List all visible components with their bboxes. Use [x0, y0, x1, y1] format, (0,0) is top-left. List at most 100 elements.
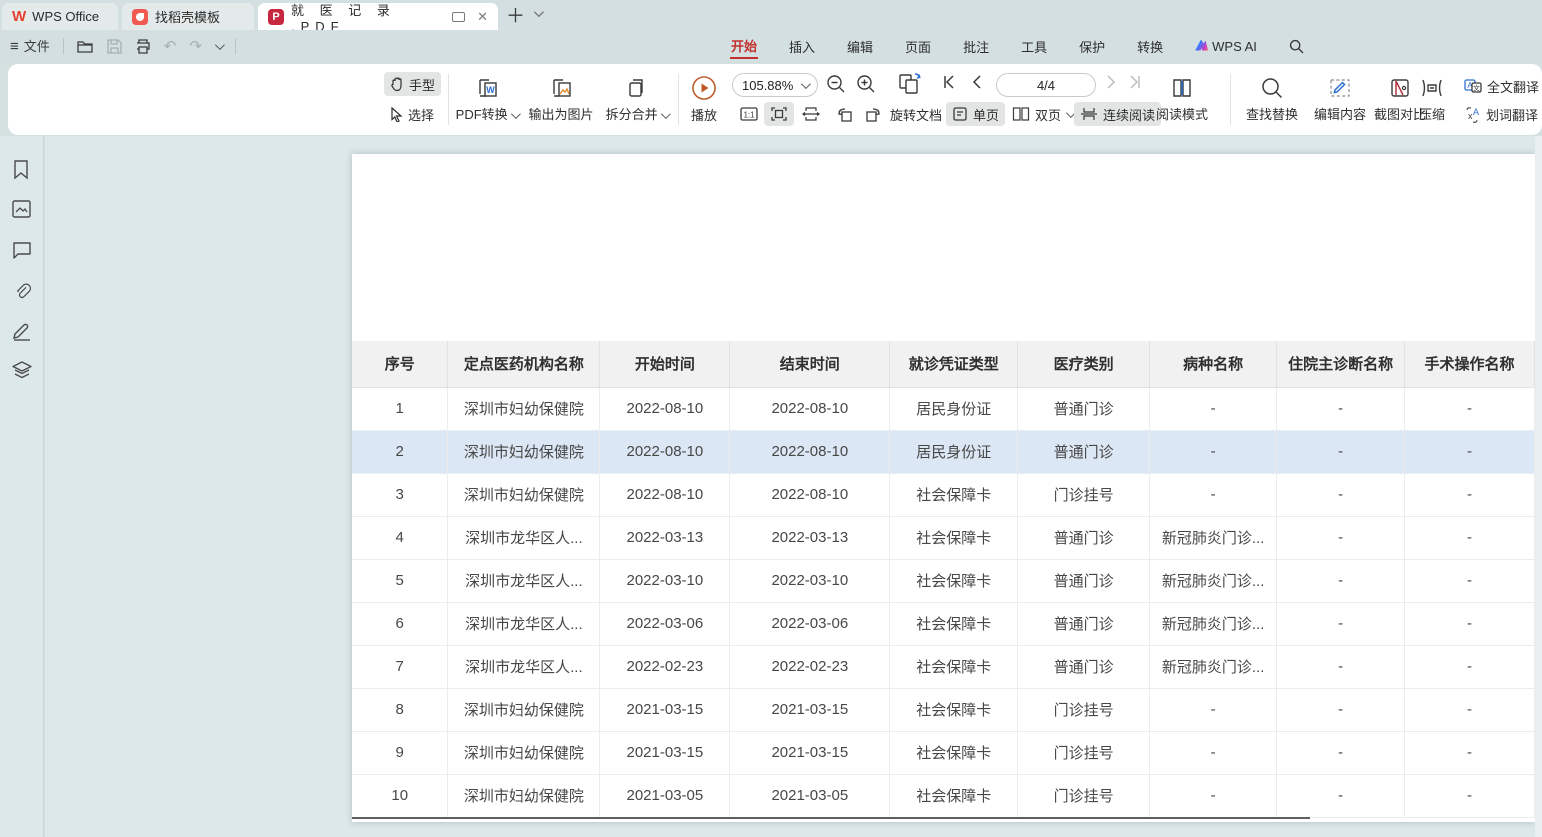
screenshot-compare-icon — [1388, 76, 1412, 100]
table-row[interactable]: 6深圳市龙华区人...2022-03-062022-03-06社会保障卡普通门诊… — [352, 602, 1535, 645]
comment-icon[interactable] — [12, 241, 32, 261]
vertical-scrollbar[interactable] — [1535, 136, 1542, 837]
rotate-document-button[interactable]: 旋转文档 — [884, 102, 948, 126]
menu-item-tools[interactable]: 工具 — [1020, 35, 1048, 58]
table-row[interactable]: 4深圳市龙华区人...2022-03-132022-03-13社会保障卡普通门诊… — [352, 516, 1535, 559]
layers-icon[interactable] — [12, 361, 32, 381]
select-tool-button[interactable]: 选择 — [384, 102, 440, 126]
table-row[interactable]: 9深圳市妇幼保健院2021-03-152021-03-15社会保障卡门诊挂号--… — [352, 731, 1535, 774]
table-row[interactable]: 10深圳市妇幼保健院2021-03-052021-03-05社会保障卡门诊挂号-… — [352, 774, 1535, 817]
bookmark-icon[interactable] — [12, 160, 32, 180]
table-row[interactable]: 8深圳市妇幼保健院2021-03-152021-03-15社会保障卡门诊挂号--… — [352, 688, 1535, 731]
word-translate-button[interactable]: xA 划词翻译 — [1458, 102, 1542, 126]
column-header: 住院主诊断名称 — [1277, 341, 1405, 387]
present-window-icon[interactable] — [452, 12, 465, 22]
first-page-button[interactable] — [942, 75, 956, 89]
table-cell: - — [1277, 645, 1405, 688]
new-tab-button[interactable]: ＋ — [506, 1, 525, 28]
column-header: 病种名称 — [1150, 341, 1277, 387]
close-tab-icon[interactable]: ✕ — [477, 9, 488, 25]
play-button[interactable]: 播放 — [686, 72, 722, 127]
menu-search-icon[interactable] — [1288, 37, 1305, 56]
export-image-button[interactable]: 输出为图片 — [524, 72, 598, 127]
table-row[interactable]: 2深圳市妇幼保健院2022-08-102022-08-10居民身份证普通门诊--… — [352, 430, 1535, 473]
table-cell: 门诊挂号 — [1018, 688, 1150, 731]
prev-page-button[interactable] — [972, 75, 982, 89]
menu-item-edit[interactable]: 编辑 — [846, 35, 874, 58]
table-cell: 社会保障卡 — [890, 602, 1018, 645]
tab-document-pdf[interactable]: P 就 医 记 录 .PDF ✕ — [258, 3, 498, 30]
table-cell: 居民身份证 — [890, 430, 1018, 473]
rotate-right-icon — [864, 106, 884, 123]
table-row[interactable]: 3深圳市妇幼保健院2022-08-102022-08-10社会保障卡门诊挂号--… — [352, 473, 1535, 516]
tab-list-chevron-icon[interactable] — [534, 7, 544, 17]
print-icon[interactable] — [135, 39, 151, 54]
rotate-left-button[interactable] — [828, 102, 860, 126]
edit-content-button[interactable]: 编辑内容 — [1308, 72, 1372, 127]
table-cell: 社会保障卡 — [890, 473, 1018, 516]
menu-item-wps-ai[interactable]: WPS AI — [1194, 37, 1258, 56]
actual-size-button[interactable]: 1:1 — [734, 102, 764, 126]
zoom-out-button[interactable] — [826, 74, 846, 94]
table-cell: 社会保障卡 — [890, 731, 1018, 774]
last-page-button[interactable] — [1128, 75, 1142, 89]
table-cell: - — [1150, 731, 1277, 774]
find-replace-button[interactable]: 查找替换 — [1240, 72, 1304, 127]
next-page-button[interactable] — [1106, 75, 1116, 89]
zoom-level-select[interactable]: 105.88% — [732, 73, 818, 97]
replace-pages-button[interactable] — [896, 71, 924, 97]
table-cell: - — [1405, 430, 1535, 473]
table-row[interactable]: 1深圳市妇幼保健院2022-08-102022-08-10居民身份证普通门诊--… — [352, 387, 1535, 430]
table-cell: - — [1150, 774, 1277, 817]
menu-item-comment[interactable]: 批注 — [962, 35, 990, 58]
signature-pen-icon[interactable] — [12, 321, 32, 341]
table-cell: 2022-03-06 — [600, 602, 730, 645]
menu-item-page[interactable]: 页面 — [904, 35, 932, 58]
menu-item-protect[interactable]: 保护 — [1078, 35, 1106, 58]
single-page-button[interactable]: 单页 — [946, 102, 1005, 126]
tab-docer-templates[interactable]: 找稻壳模板 — [122, 3, 254, 30]
svg-text:文: 文 — [1473, 83, 1480, 92]
table-row[interactable]: 7深圳市龙华区人...2022-02-232022-02-23社会保障卡普通门诊… — [352, 645, 1535, 688]
read-mode-button[interactable]: 阅读模式 — [1152, 72, 1212, 127]
find-icon — [1260, 76, 1284, 100]
split-merge-button[interactable]: 拆分合并 — [602, 72, 672, 127]
file-menu-button[interactable]: ≡ 文件 — [10, 39, 50, 54]
play-icon — [691, 75, 717, 101]
full-translate-button[interactable]: A文 全文翻译 — [1458, 74, 1542, 98]
tab-wps-office[interactable]: W WPS Office — [2, 3, 118, 30]
table-cell: 社会保障卡 — [890, 516, 1018, 559]
table-cell: 10 — [352, 774, 448, 817]
quick-access-chevron-icon[interactable] — [215, 40, 225, 50]
wps-logo-icon: W — [12, 8, 25, 25]
page-number-input[interactable] — [996, 73, 1096, 97]
menu-item-convert[interactable]: 转换 — [1136, 35, 1164, 58]
zoom-in-button[interactable] — [856, 74, 876, 94]
zoom-in-icon — [856, 74, 876, 94]
pdf-convert-button[interactable]: W PDF转换 — [454, 72, 520, 127]
table-cell: 深圳市妇幼保健院 — [448, 774, 600, 817]
undo-icon[interactable]: ↶ — [164, 39, 177, 54]
menu-item-home[interactable]: 开始 — [730, 34, 758, 59]
fit-page-button[interactable] — [764, 102, 794, 126]
save-icon[interactable] — [107, 39, 122, 54]
pdf-file-icon: P — [268, 9, 284, 25]
fit-width-button[interactable] — [796, 102, 826, 126]
hand-tool-button[interactable]: 手型 — [384, 72, 441, 96]
redo-icon[interactable]: ↷ — [189, 39, 202, 54]
thumbnail-icon[interactable] — [12, 200, 32, 220]
chevron-down-icon — [661, 109, 671, 119]
swap-pages-icon — [896, 71, 924, 97]
left-panel-sidebar — [0, 136, 44, 837]
attachment-icon[interactable] — [12, 281, 32, 301]
zoom-value: 105.88% — [742, 78, 793, 93]
continuous-read-button[interactable]: 连续阅读 — [1074, 102, 1161, 126]
double-page-button[interactable]: 双页 — [1006, 102, 1079, 126]
table-row[interactable]: 5深圳市龙华区人...2022-03-102022-03-10社会保障卡普通门诊… — [352, 559, 1535, 602]
compress-button[interactable]: 压缩 — [1410, 72, 1454, 127]
table-header-row: 序号定点医药机构名称开始时间结束时间就诊凭证类型医疗类别病种名称住院主诊断名称手… — [352, 341, 1535, 387]
hand-icon — [390, 77, 404, 92]
table-cell: - — [1277, 688, 1405, 731]
open-file-icon[interactable] — [77, 39, 94, 54]
menu-item-insert[interactable]: 插入 — [788, 35, 816, 58]
